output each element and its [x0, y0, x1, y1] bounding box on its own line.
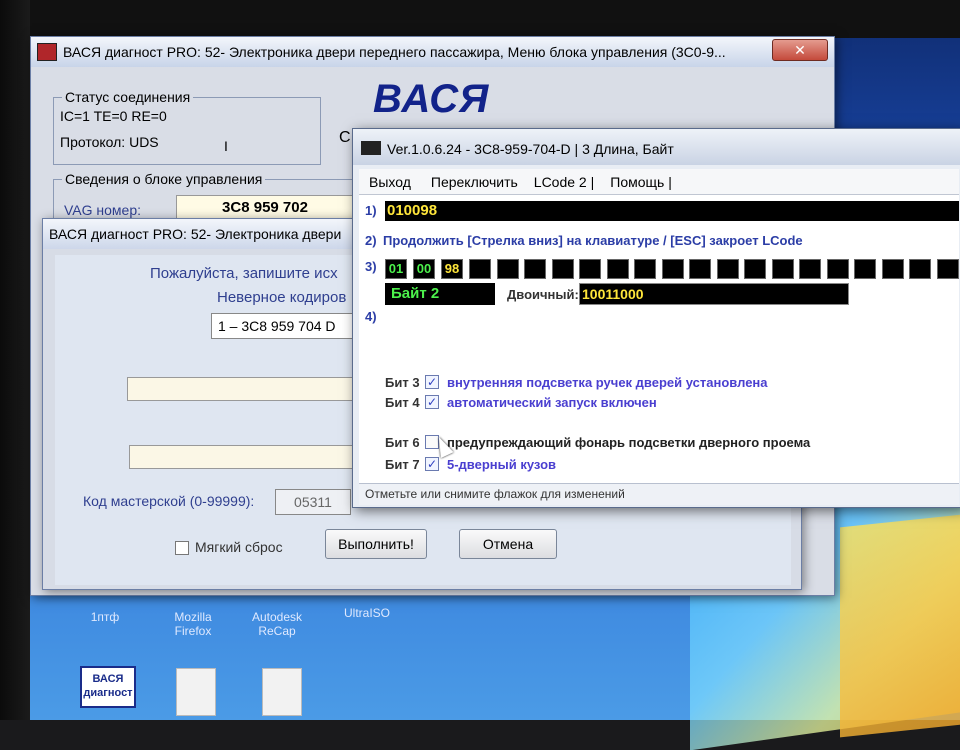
- empty-byte-cell: [606, 259, 629, 279]
- bit-description: автоматический запуск включен: [447, 395, 657, 410]
- byte-cell-2[interactable]: 98: [441, 259, 463, 279]
- empty-byte-cell: [854, 259, 876, 279]
- bit-3-checkbox[interactable]: ✓: [425, 375, 439, 389]
- lcode-value-bar[interactable]: 010098: [385, 201, 959, 221]
- empty-byte-cell: [799, 259, 821, 279]
- bit-label: Бит 7: [385, 457, 420, 472]
- soft-reset-label: Мягкий сброс: [195, 539, 283, 555]
- vag-number-label: VAG номер:: [64, 202, 142, 218]
- empty-byte-cell: [496, 259, 519, 279]
- menu-lcode2[interactable]: LCode 2 |: [534, 174, 594, 190]
- group-title: Сведения о блоке управления: [62, 171, 266, 187]
- desktop-icon-1ptf[interactable]: 1птф: [70, 610, 140, 624]
- desktop-icon-recap[interactable]: Autodesk ReCap: [242, 610, 312, 638]
- desktop-icon-ultraiso[interactable]: UltraISO: [332, 606, 402, 620]
- menu-help[interactable]: Помощь |: [610, 174, 672, 190]
- binary-value-box: 10011000: [579, 283, 849, 305]
- execute-button[interactable]: Выполнить!: [325, 529, 427, 559]
- empty-byte-cell: [744, 259, 766, 279]
- empty-byte-cell: [881, 259, 904, 279]
- vag-number-field: 3C8 959 702: [176, 195, 354, 219]
- empty-byte-cell: [661, 259, 684, 279]
- main-window-titlebar[interactable]: ВАСЯ диагност PRO: 52- Электроника двери…: [31, 37, 834, 67]
- lcode-app-icon: [361, 141, 381, 155]
- windows-logo-decoration-2: [840, 512, 960, 738]
- row-number: 4): [365, 309, 377, 324]
- workshop-code-input[interactable]: 05311: [275, 489, 351, 515]
- vasya-logo: ВАСЯ: [373, 77, 490, 121]
- coding-input[interactable]: [127, 377, 357, 401]
- connection-status-group: Статус соединения IC=1 TE=0 RE=0 Протоко…: [53, 89, 321, 165]
- lcode-title: Ver.1.0.6.24 - 3C8-959-704-D | 3 Длина, …: [387, 141, 674, 157]
- empty-byte-cell: [469, 259, 491, 279]
- byte-label-box: Байт 2: [385, 283, 495, 305]
- coding-input-2[interactable]: [129, 445, 357, 469]
- empty-byte-cell: [909, 259, 931, 279]
- menu-toggle[interactable]: Переключить: [431, 174, 518, 190]
- cancel-button[interactable]: Отмена: [459, 529, 557, 559]
- empty-byte-cell: [689, 259, 711, 279]
- desktop-icon-label: Autodesk ReCap: [251, 610, 303, 638]
- lcode-titlebar[interactable]: Ver.1.0.6.24 - 3C8-959-704-D | 3 Длина, …: [353, 129, 960, 165]
- instruction-text: Пожалуйста, запишите исх: [150, 265, 338, 282]
- bit-description: предупреждающий фонарь подсветки дверног…: [447, 435, 811, 450]
- row-number: 3): [365, 259, 377, 274]
- dialog-title: ВАСЯ диагност PRO: 52- Электроника двери: [49, 226, 342, 242]
- coding-error-text: Неверное кодиров: [217, 289, 347, 306]
- lcode-body: 1) 010098 2) Продолжить [Стрелка вниз] н…: [359, 195, 959, 483]
- empty-byte-cell: [771, 259, 794, 279]
- bit-label: Бит 6: [385, 435, 420, 450]
- byte-cell-1[interactable]: 00: [413, 259, 435, 279]
- text-cursor: I: [224, 138, 228, 154]
- screen-bezel-left: [0, 0, 30, 720]
- bit-label: Бит 3: [385, 375, 420, 390]
- menu-exit[interactable]: Выход: [369, 174, 411, 190]
- close-icon: ✕: [794, 42, 806, 58]
- desktop-icon-label: Mozilla Firefox: [174, 610, 212, 638]
- file-icon[interactable]: [176, 668, 216, 716]
- vasya-desktop-icon[interactable]: ВАСЯ диагност: [80, 666, 136, 708]
- empty-byte-cell: [524, 259, 546, 279]
- empty-byte-cell: [826, 259, 849, 279]
- empty-byte-cell: [579, 259, 601, 279]
- empty-byte-cell: [634, 259, 656, 279]
- lcode-statusbar: Отметьте или снимите флажок для изменени…: [359, 483, 959, 505]
- bit-4-checkbox[interactable]: ✓: [425, 395, 439, 409]
- connection-status-text: IC=1 TE=0 RE=0: [60, 108, 167, 124]
- soft-reset-checkbox[interactable]: [175, 541, 189, 555]
- binary-value: 10011000: [582, 286, 644, 302]
- continue-instruction: Продолжить [Стрелка вниз] на клавиатуре …: [383, 233, 803, 248]
- lcode-value: 010098: [387, 202, 438, 219]
- byte-cell-0[interactable]: 01: [385, 259, 407, 279]
- protocol-text: Протокол: UDS: [60, 134, 159, 150]
- row-number: 2): [365, 233, 377, 248]
- empty-byte-cell: [716, 259, 739, 279]
- desktop-icon-label: 1птф: [90, 610, 120, 624]
- row-number: 1): [365, 203, 377, 218]
- workshop-code-label: Код мастерской (0-99999):: [83, 493, 255, 509]
- partial-label: С: [339, 129, 351, 146]
- binary-label: Двоичный:: [507, 287, 579, 302]
- byte-label: Байт 2: [391, 285, 440, 302]
- bit-description: внутренняя подсветка ручек дверей устано…: [447, 375, 768, 390]
- empty-byte-cell: [936, 259, 959, 279]
- coding-select[interactable]: 1 – 3C8 959 704 D: [211, 313, 361, 339]
- desktop-icon-firefox[interactable]: Mozilla Firefox: [158, 610, 228, 638]
- desktop-icon-label: UltraISO: [343, 606, 390, 620]
- bit-7-checkbox[interactable]: ✓: [425, 457, 439, 471]
- file-icon[interactable]: [262, 668, 302, 716]
- app-icon: [37, 43, 57, 61]
- bit-label: Бит 4: [385, 395, 420, 410]
- group-title: Статус соединения: [62, 89, 194, 105]
- main-window-title: ВАСЯ диагност PRO: 52- Электроника двери…: [63, 44, 726, 60]
- screen-bezel-top: [0, 0, 960, 38]
- close-button[interactable]: ✕: [772, 39, 828, 61]
- vasya-icon-text: ВАСЯ диагност: [83, 673, 133, 699]
- bit-description: 5-дверный кузов: [447, 457, 556, 472]
- empty-byte-cell: [551, 259, 574, 279]
- lcode-menubar: Выход Переключить LCode 2 | Помощь |: [359, 169, 959, 195]
